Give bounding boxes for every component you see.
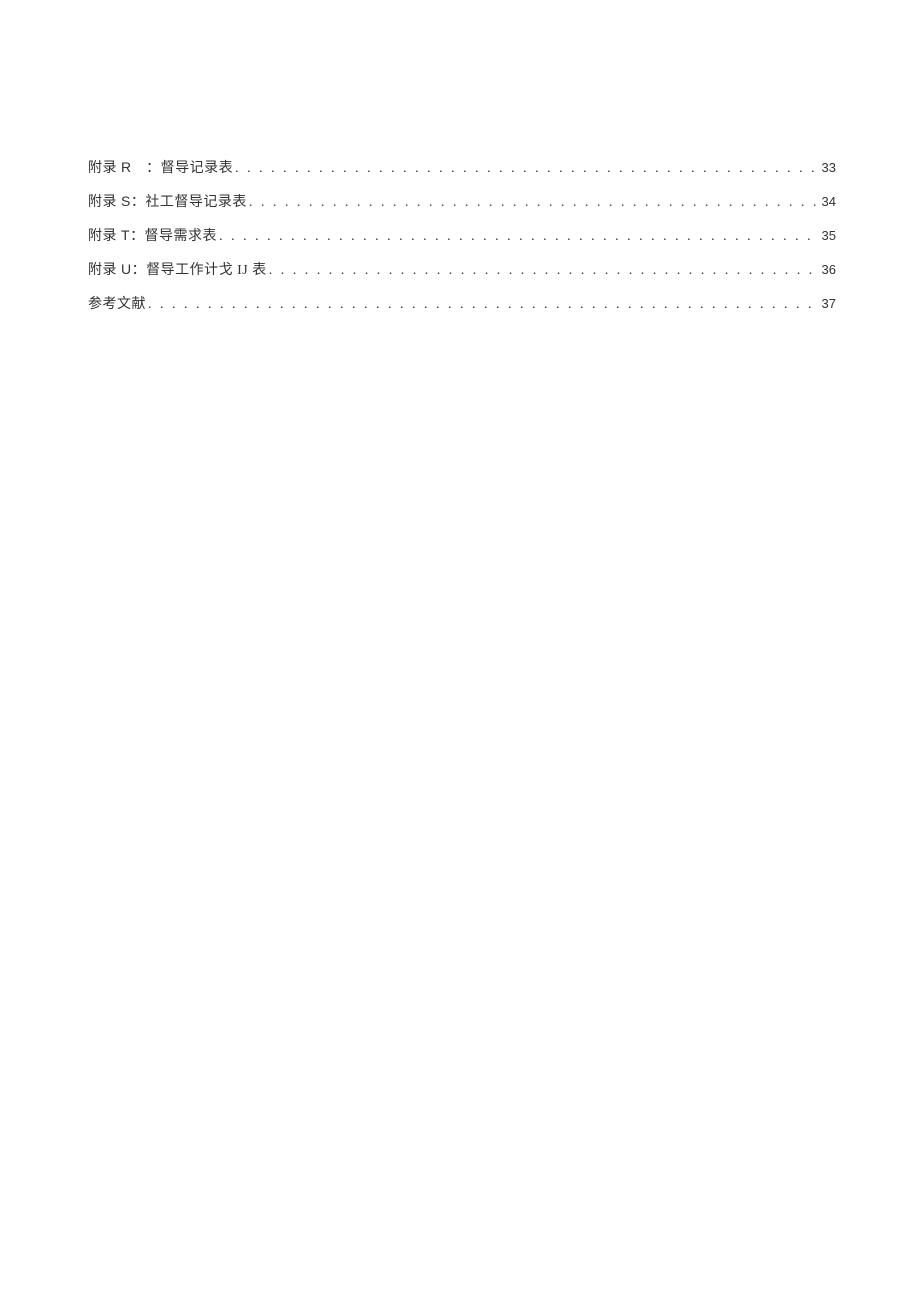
toc-entry: 参考文献 . . . . . . . . . . . . . . . . . .… (88, 296, 836, 312)
toc-page-number: 36 (822, 263, 836, 276)
document-page: 附录 R ：督导记录表 . . . . . . . . . . . . . . … (0, 0, 920, 312)
toc-leader-dots: . . . . . . . . . . . . . . . . . . . . … (249, 196, 820, 210)
toc-leader-dots: . . . . . . . . . . . . . . . . . . . . … (219, 230, 819, 244)
toc-label: 附录 R ：督导记录表 (88, 160, 233, 176)
toc-entry: 附录 U：督导工作计戈 IJ 表 . . . . . . . . . . . .… (88, 262, 836, 278)
toc-label: 附录 U：督导工作计戈 IJ 表 (88, 262, 267, 278)
toc-label: 参考文献 (88, 296, 146, 312)
toc-page-number: 35 (822, 229, 836, 242)
toc-entry: 附录 S：社工督导记录表 . . . . . . . . . . . . . .… (88, 194, 836, 210)
toc-page-number: 34 (822, 195, 836, 208)
toc-entry: 附录 T：督导需求表 . . . . . . . . . . . . . . .… (88, 228, 836, 244)
toc-label: 附录 T：督导需求表 (88, 228, 217, 244)
toc-label: 附录 S：社工督导记录表 (88, 194, 247, 210)
toc-leader-dots: . . . . . . . . . . . . . . . . . . . . … (235, 162, 819, 176)
toc-leader-dots: . . . . . . . . . . . . . . . . . . . . … (269, 264, 820, 278)
toc-entry: 附录 R ：督导记录表 . . . . . . . . . . . . . . … (88, 160, 836, 176)
toc-page-number: 33 (822, 161, 836, 174)
toc-leader-dots: . . . . . . . . . . . . . . . . . . . . … (148, 298, 820, 312)
toc-page-number: 37 (822, 297, 836, 310)
